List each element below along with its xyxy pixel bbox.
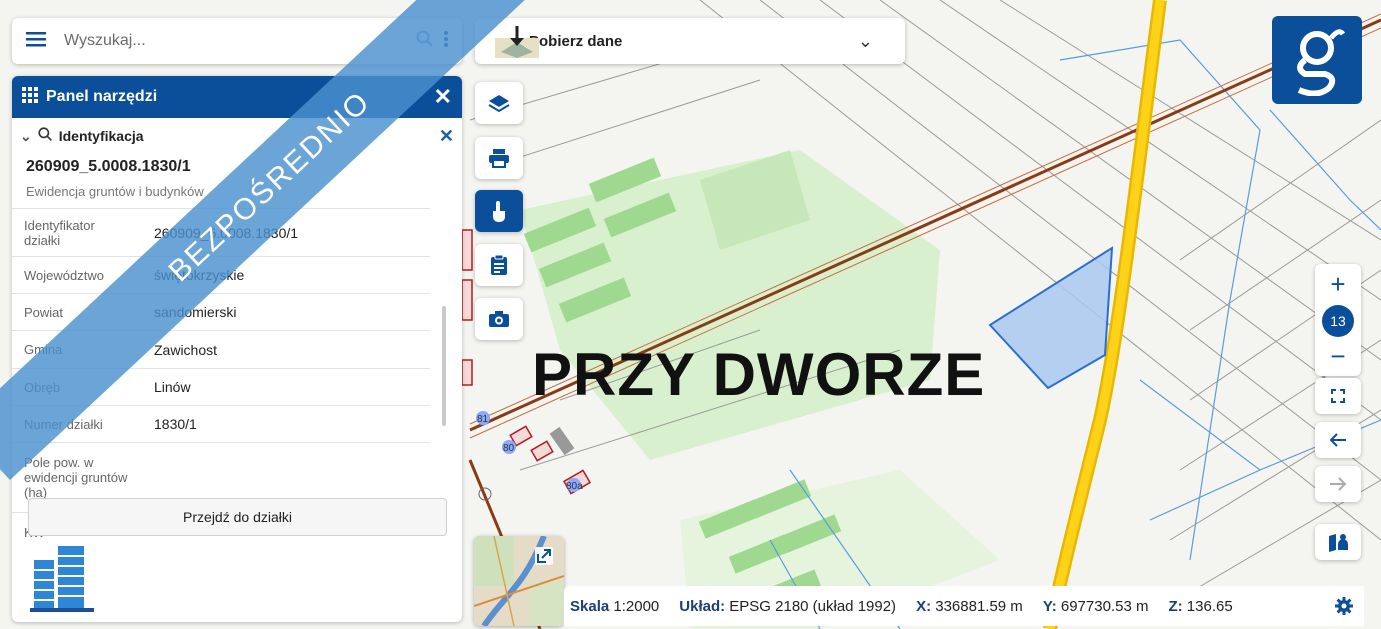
street-view-button[interactable] (1315, 524, 1361, 560)
crs-value: EPSG 2180 (układ 1992) (729, 597, 897, 615)
arrow-right-icon (1330, 477, 1347, 491)
panel-scrollbar[interactable] (442, 306, 446, 426)
attr-value: 1830/1 (142, 405, 430, 443)
x-label: X: (916, 597, 932, 615)
attr-key: Identyfikator działki (12, 208, 142, 257)
z-value: 136.65 (1186, 597, 1233, 615)
close-section-icon[interactable]: ✕ (439, 126, 454, 147)
status-bar: Skala 1:2000 Układ: EPSG 2180 (układ 199… (564, 586, 1364, 626)
watermark: OdWlasciciela.pl (120, 560, 359, 593)
zoom-out-button[interactable]: − (1315, 340, 1361, 372)
goto-parcel-button[interactable]: Przejdź do działki (28, 498, 447, 536)
identify-button[interactable] (475, 190, 523, 232)
crs-label: Układ: (679, 597, 726, 615)
x-readout: X: 336881.59 m (916, 598, 1023, 615)
z-label: Z: (1168, 597, 1183, 615)
y-label: Y: (1042, 597, 1057, 615)
person-map-icon (1329, 534, 1348, 552)
fullscreen-button[interactable] (1315, 378, 1361, 414)
attr-value: Linów (142, 368, 430, 406)
zoom-in-button[interactable]: + (1315, 268, 1361, 300)
pointer-hand-icon (493, 201, 505, 222)
print-icon (489, 149, 509, 168)
search-input[interactable]: Wyszukaj... (64, 32, 416, 50)
download-data-dropdown[interactable]: Pobierz dane ⌄ (475, 18, 905, 64)
chevron-down-icon[interactable]: ⌄ (20, 128, 32, 145)
notes-button[interactable] (475, 244, 523, 286)
camera-icon (489, 311, 509, 327)
close-panel-icon[interactable]: ✕ (434, 84, 452, 110)
attr-value: Zawichost (142, 330, 430, 369)
x-value: 336881.59 m (935, 597, 1023, 615)
scale-readout: Skala 1:2000 (570, 598, 659, 615)
zoom-level-badge: 13 (1322, 305, 1354, 337)
crs-readout[interactable]: Układ: EPSG 2180 (układ 1992) (679, 598, 896, 615)
search-icon (38, 127, 53, 145)
identification-section-header[interactable]: ⌄ Identyfikacja ✕ (12, 118, 462, 154)
back-button[interactable] (1315, 422, 1361, 458)
map-label: 81 (477, 414, 489, 425)
y-readout: Y: 697730.53 m (1043, 598, 1149, 615)
map-label: 80 (503, 443, 515, 454)
screenshot-button[interactable] (475, 298, 523, 340)
clipboard-icon (491, 254, 507, 275)
settings-icon[interactable] (1334, 596, 1354, 620)
open-external-icon[interactable] (534, 546, 554, 571)
forward-button[interactable] (1315, 466, 1361, 502)
arrow-left-icon (1329, 433, 1346, 447)
layers-icon (488, 95, 510, 113)
download-icon (495, 24, 539, 63)
map-label: 80a (566, 481, 583, 492)
scale-label: Skala (570, 597, 610, 615)
map-place-name: PRZY DWORZE (532, 341, 986, 408)
minimap[interactable] (474, 536, 564, 626)
scale-value: 1:2000 (613, 597, 660, 615)
download-label: Pobierz dane (529, 32, 623, 50)
print-button[interactable] (475, 137, 523, 179)
app-logo[interactable] (1272, 16, 1362, 104)
chevron-down-icon[interactable]: ⌄ (858, 31, 873, 52)
fullscreen-icon (1331, 389, 1345, 403)
menu-icon[interactable] (26, 31, 46, 52)
building-logo-icon (30, 540, 94, 617)
geoportal-logo-icon (1297, 29, 1346, 96)
layers-button[interactable] (475, 82, 523, 124)
z-readout: Z: 136.65 (1168, 598, 1232, 615)
y-value: 697730.53 m (1060, 597, 1149, 615)
grid-icon (22, 86, 38, 108)
zoom-control: + 13 − (1315, 264, 1361, 376)
